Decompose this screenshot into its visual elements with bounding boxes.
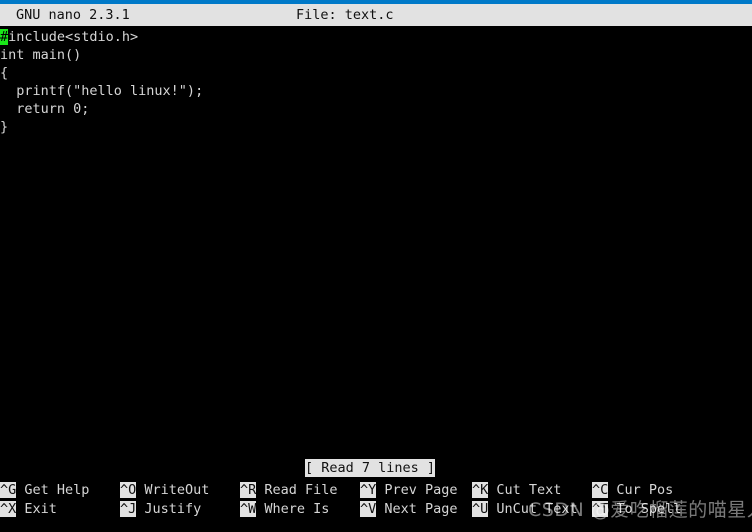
shortcut-key: ^C — [592, 482, 609, 498]
shortcut-key: ^O — [120, 482, 137, 498]
code-line: { — [0, 64, 8, 82]
shortcut-where-is[interactable]: ^W Where Is — [240, 500, 329, 519]
shortcut-cut-text[interactable]: ^K Cut Text — [472, 481, 561, 500]
shortcut-next-page[interactable]: ^V Next Page — [360, 500, 458, 519]
shortcut-label: Justify — [136, 501, 202, 517]
shortcut-key: ^R — [240, 482, 257, 498]
terminal-window: GNU nano 2.3.1 File: text.c #include<std… — [0, 0, 752, 532]
shortcut-label: UnCut Text — [488, 501, 578, 517]
code-line-text: return 0; — [0, 101, 90, 117]
shortcut-justify[interactable]: ^J Justify — [120, 500, 201, 519]
code-line: int main() — [0, 46, 81, 64]
shortcut-key: ^W — [240, 501, 257, 517]
shortcut-label: Read File — [256, 482, 338, 498]
shortcut-key: ^T — [592, 501, 609, 517]
text-cursor: # — [0, 29, 9, 45]
shortcut-key: ^K — [472, 482, 489, 498]
shortcut-label: Cur Pos — [608, 482, 674, 498]
shortcut-key: ^G — [0, 482, 17, 498]
shortcut-key: ^J — [120, 501, 137, 517]
shortcut-key: ^X — [0, 501, 17, 517]
status-message: [ Read 7 lines ] — [305, 459, 436, 477]
shortcut-help-bar: ^G Get Help ^O WriteOut ^R Read File ^Y Pre… — [0, 481, 752, 521]
shortcut-row-2: ^X Exit ^J Justify ^W Where Is ^V Next Page… — [0, 500, 752, 519]
shortcut-label: Where Is — [256, 501, 330, 517]
shortcut-writeout[interactable]: ^O WriteOut — [120, 481, 209, 500]
shortcut-label: Prev Page — [376, 482, 458, 498]
shortcut-to-spell[interactable]: ^T To Spell — [592, 500, 681, 519]
shortcut-key: ^U — [472, 501, 489, 517]
editor-buffer[interactable]: #include<stdio.h> int main(){ printf("hel… — [0, 28, 752, 452]
shortcut-uncut-text[interactable]: ^U UnCut Text — [472, 500, 578, 519]
shortcut-exit[interactable]: ^X Exit — [0, 500, 57, 519]
code-line-text: } — [0, 119, 9, 135]
filename-label: File: text.c — [296, 7, 394, 23]
shortcut-prev-page[interactable]: ^Y Prev Page — [360, 481, 458, 500]
shortcut-label: WriteOut — [136, 482, 210, 498]
shortcut-row-1: ^G Get Help ^O WriteOut ^R Read File ^Y Pre… — [0, 481, 752, 500]
shortcut-key: ^Y — [360, 482, 377, 498]
shortcut-label: Get Help — [16, 482, 90, 498]
code-line: } — [0, 118, 8, 136]
code-line: #include<stdio.h> — [0, 28, 138, 46]
shortcut-cur-pos[interactable]: ^C Cur Pos — [592, 481, 673, 500]
shortcut-label: To Spell — [608, 501, 682, 517]
code-line-text: printf("hello linux!"); — [0, 83, 204, 99]
code-line-text: int main() — [0, 47, 82, 63]
shortcut-label: Exit — [16, 501, 57, 517]
shortcut-get-help[interactable]: ^G Get Help — [0, 481, 89, 500]
nano-titlebar: GNU nano 2.3.1 File: text.c — [0, 4, 752, 26]
shortcut-label: Cut Text — [488, 482, 562, 498]
code-line-text: include<stdio.h> — [8, 29, 139, 45]
status-line: [ Read 7 lines ] — [0, 459, 752, 477]
code-line: printf("hello linux!"); — [0, 82, 203, 100]
nano-version-label: GNU nano 2.3.1 — [16, 7, 130, 23]
code-line-text: { — [0, 65, 9, 81]
shortcut-label: Next Page — [376, 501, 458, 517]
code-line: return 0; — [0, 100, 89, 118]
shortcut-read-file[interactable]: ^R Read File — [240, 481, 338, 500]
shortcut-key: ^V — [360, 501, 377, 517]
